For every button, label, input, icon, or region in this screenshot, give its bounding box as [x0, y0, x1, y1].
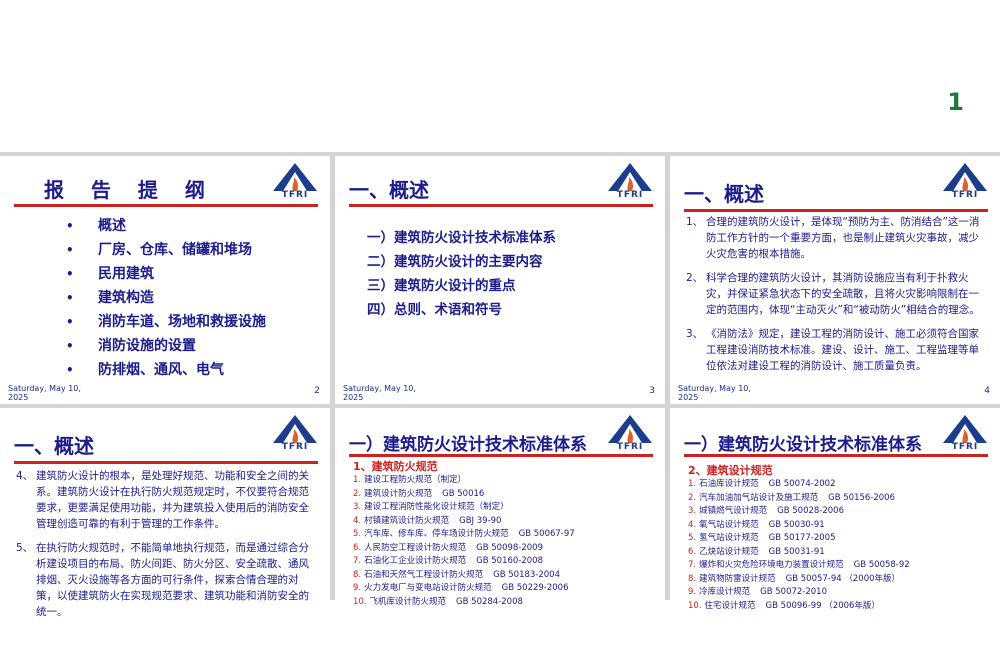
slide-grid: 报 告 提 纲 TFRI • 概述 • 厂房、仓库、储罐和堆场 • 民用建筑 • 建筑构…: [0, 152, 1000, 656]
title-divider: [349, 204, 653, 207]
slide-thumbnail[interactable]: 一、概述 TFRI 1、 合理的建筑防火设计，是体现“预防为主、防消结合”这一消防…: [670, 156, 1000, 404]
list-item: 10. 飞机库设计防火规范 GB 50284-2008: [353, 596, 523, 607]
list-item: 6. 乙炔站设计规范 GB 50031-91: [688, 546, 825, 557]
logo-text: TFRI: [281, 190, 309, 200]
title-divider: [14, 204, 318, 207]
slide-title: 一）建筑防火设计技术标准体系: [349, 435, 587, 455]
list-item: 2. 建筑设计防火规范 GB 50016: [353, 488, 485, 499]
paragraph-list: 4、 建筑防火设计的根本，是处理好规范、功能和安全之间的关系。建筑防火设计在执行防…: [16, 468, 316, 628]
list-item: • 厂房、仓库、储罐和堆场: [66, 242, 252, 258]
title-divider: [349, 454, 653, 457]
list-item: 3. 建设工程消防性能化设计规范（制定）: [353, 502, 509, 512]
slide-thumbnail[interactable]: 一）建筑防火设计技术标准体系 TFRI 1、建筑防火规范 1. 建设工程防火规范（…: [335, 408, 665, 656]
list-item: 4. 氧气站设计规范 GB 50030-91: [688, 519, 825, 530]
slide-number: 2: [314, 386, 320, 396]
list-item: 9. 火力发电厂与变电站设计防火规范 GB 50229-2006: [353, 583, 569, 593]
list-item: 9. 冷库设计规范 GB 50072-2010: [688, 587, 827, 597]
standards-list: 1. 建设工程防火规范（制定） 2. 建筑设计防火规范 GB 50016 3. 建设工程…: [353, 474, 575, 609]
paragraph: 4、 建筑防火设计的根本，是处理好规范、功能和安全之间的关系。建筑防火设计在执行防…: [16, 470, 309, 530]
list-item: 5. 汽车库、修车库、停车场设计防火规范 GB 50067-97: [353, 529, 575, 539]
logo-text: TFRI: [616, 442, 644, 452]
logo-text: TFRI: [951, 190, 979, 200]
slide-title: 一、概述: [349, 178, 429, 202]
title-divider: [684, 209, 988, 212]
section-heading: 2、建筑设计规范: [688, 464, 773, 477]
list-item: 7. 石油化工企业设计防火规范 GB 50160-2008: [353, 556, 543, 566]
slide-number: 4: [984, 386, 990, 396]
slide-thumbnail[interactable]: 一、概述 TFRI 一）建筑防火设计技术标准体系 二）建筑防火设计的主要内容 三…: [335, 156, 665, 404]
list-item: 1. 建设工程防火规范（制定）: [353, 475, 467, 485]
logo-text: TFRI: [616, 190, 644, 200]
list-item: 一）建筑防火设计技术标准体系: [367, 230, 556, 246]
slide-thumbnail[interactable]: 一、概述 TFRI 4、 建筑防火设计的根本，是处理好规范、功能和安全之间的关系。…: [0, 408, 330, 656]
slide-date: Saturday, May 10, 2025: [678, 384, 751, 402]
list-item: • 民用建筑: [66, 266, 154, 282]
paragraph: 3、 《消防法》规定，建设工程的消防设计、施工必须符合国家工程建设消防技术标准。建…: [686, 328, 979, 372]
paragraph: 2、 科学合理的建筑防火设计，其消防设施应当有利于扑救火灾，并保证紧急状态下的安全…: [686, 272, 980, 316]
slide-thumbnail[interactable]: 一）建筑防火设计技术标准体系 TFRI 2、建筑设计规范 1. 石油库设计规范 GB…: [670, 408, 1000, 656]
slide-title: 一、概述: [14, 434, 94, 458]
outline-list: 一）建筑防火设计技术标准体系 二）建筑防火设计的主要内容 三）建筑防火设计的重点…: [367, 226, 556, 322]
paragraph: 5、 在执行防火规范时，不能简单地执行规范，而是通过综合分析建设项目的布局、防火间…: [16, 542, 309, 618]
list-item: • 消防设施的设置: [66, 338, 196, 354]
tfri-logo: TFRI: [607, 414, 653, 454]
slide-date: Saturday, May 10, 2025: [8, 384, 81, 402]
slide-date: Saturday, May 10, 2025: [343, 384, 416, 402]
list-item: • 概述: [66, 218, 126, 234]
list-item: • 消防车道、场地和救援设施: [66, 314, 266, 330]
list-item: 6. 人民防空工程设计防火规范 GB 50098-2009: [353, 542, 543, 553]
tfri-logo: TFRI: [272, 414, 318, 454]
document-header-area: 1: [0, 0, 1000, 152]
logo-text: TFRI: [951, 442, 979, 452]
tfri-logo: TFRI: [942, 414, 988, 454]
outline-list: • 概述 • 厂房、仓库、储罐和堆场 • 民用建筑 • 建筑构造 • 消防车道、场地和救援…: [66, 214, 266, 382]
list-item: 10. 住宅设计规范 GB 50096-99 （2006年版）: [688, 600, 880, 611]
section-heading: 1、建筑防火规范: [353, 460, 438, 473]
slide-title: 一）建筑防火设计技术标准体系: [684, 435, 922, 455]
list-item: 4. 村镇建筑设计防火规范 GBJ 39-90: [353, 515, 502, 526]
list-item: 8. 石油和天然气工程设计防火规范 GB 50183-2004: [353, 569, 560, 580]
title-divider: [684, 454, 988, 457]
list-item: 二）建筑防火设计的主要内容: [367, 254, 543, 270]
list-item: 3. 城镇燃气设计规范 GB 50028-2006: [688, 506, 844, 516]
paragraph: 1、 合理的建筑防火设计，是体现“预防为主、防消结合”这一消防工作方针的一个重要方…: [686, 216, 980, 260]
list-item: 7. 爆炸和火灾危险环境电力装置设计规范 GB 50058-92: [688, 560, 910, 570]
slide-number: 3: [649, 386, 655, 396]
paragraph-list: 1、 合理的建筑防火设计，是体现“预防为主、防消结合”这一消防工作方针的一个重要方…: [686, 214, 986, 382]
standards-list: 1. 石油库设计规范 GB 50074-2002 2. 汽车加油加气站设计及施工规范 G…: [688, 478, 910, 613]
logo-text: TFRI: [281, 442, 309, 452]
tfri-logo: TFRI: [607, 162, 653, 202]
title-divider: [14, 461, 318, 464]
list-item: 四）总则、术语和符号: [367, 302, 502, 318]
tfri-logo: TFRI: [272, 162, 318, 202]
list-item: • 防排烟、通风、电气: [66, 362, 224, 378]
list-item: 三）建筑防火设计的重点: [367, 278, 516, 294]
list-item: 8. 建筑物防雷设计规范 GB 50057-94 （2000年版）: [688, 573, 901, 584]
list-item: • 建筑构造: [66, 290, 154, 306]
list-item: 5. 氢气站设计规范 GB 50177-2005: [688, 533, 836, 543]
list-item: 1. 石油库设计规范 GB 50074-2002: [688, 479, 836, 489]
slide-title: 一、概述: [684, 182, 764, 206]
page-number: 1: [947, 88, 964, 116]
slide-thumbnail[interactable]: 报 告 提 纲 TFRI • 概述 • 厂房、仓库、储罐和堆场 • 民用建筑 • 建筑构…: [0, 156, 330, 404]
slide-title: 报 告 提 纲: [44, 178, 215, 202]
tfri-logo: TFRI: [942, 162, 988, 202]
list-item: 2. 汽车加油加气站设计及施工规范 GB 50156-2006: [688, 492, 895, 503]
